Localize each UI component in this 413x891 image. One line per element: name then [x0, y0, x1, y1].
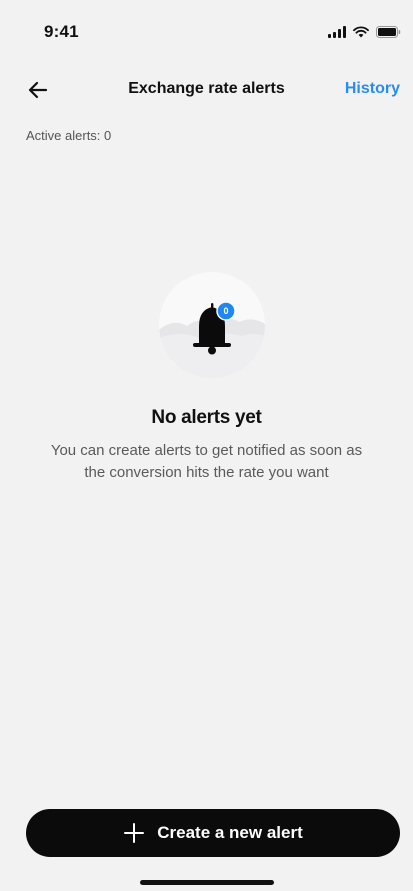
- status-icons: [328, 26, 401, 38]
- history-link[interactable]: History: [345, 80, 400, 98]
- home-indicator: [140, 880, 274, 885]
- plus-icon: [123, 822, 145, 844]
- header: Exchange rate alerts History: [0, 64, 413, 116]
- active-alerts-count: Active alerts: 0: [26, 128, 112, 143]
- wifi-icon: [353, 26, 369, 38]
- signal-icon: [328, 26, 346, 38]
- create-alert-label: Create a new alert: [157, 823, 303, 842]
- empty-state-description: You can create alerts to get notified as…: [50, 442, 363, 481]
- battery-icon: [376, 26, 401, 38]
- exchange-rate-alerts-screen: 9:41 Exchange rate alerts History Active…: [0, 0, 413, 891]
- badge-count: 0: [223, 306, 228, 316]
- notification-badge: 0: [216, 301, 236, 321]
- status-time: 9:41: [44, 22, 79, 41]
- create-alert-button[interactable]: Create a new alert: [26, 809, 400, 857]
- empty-state-illustration: 0: [159, 272, 265, 378]
- empty-state-title: No alerts yet: [151, 407, 262, 428]
- status-bar: 9:41: [0, 0, 413, 64]
